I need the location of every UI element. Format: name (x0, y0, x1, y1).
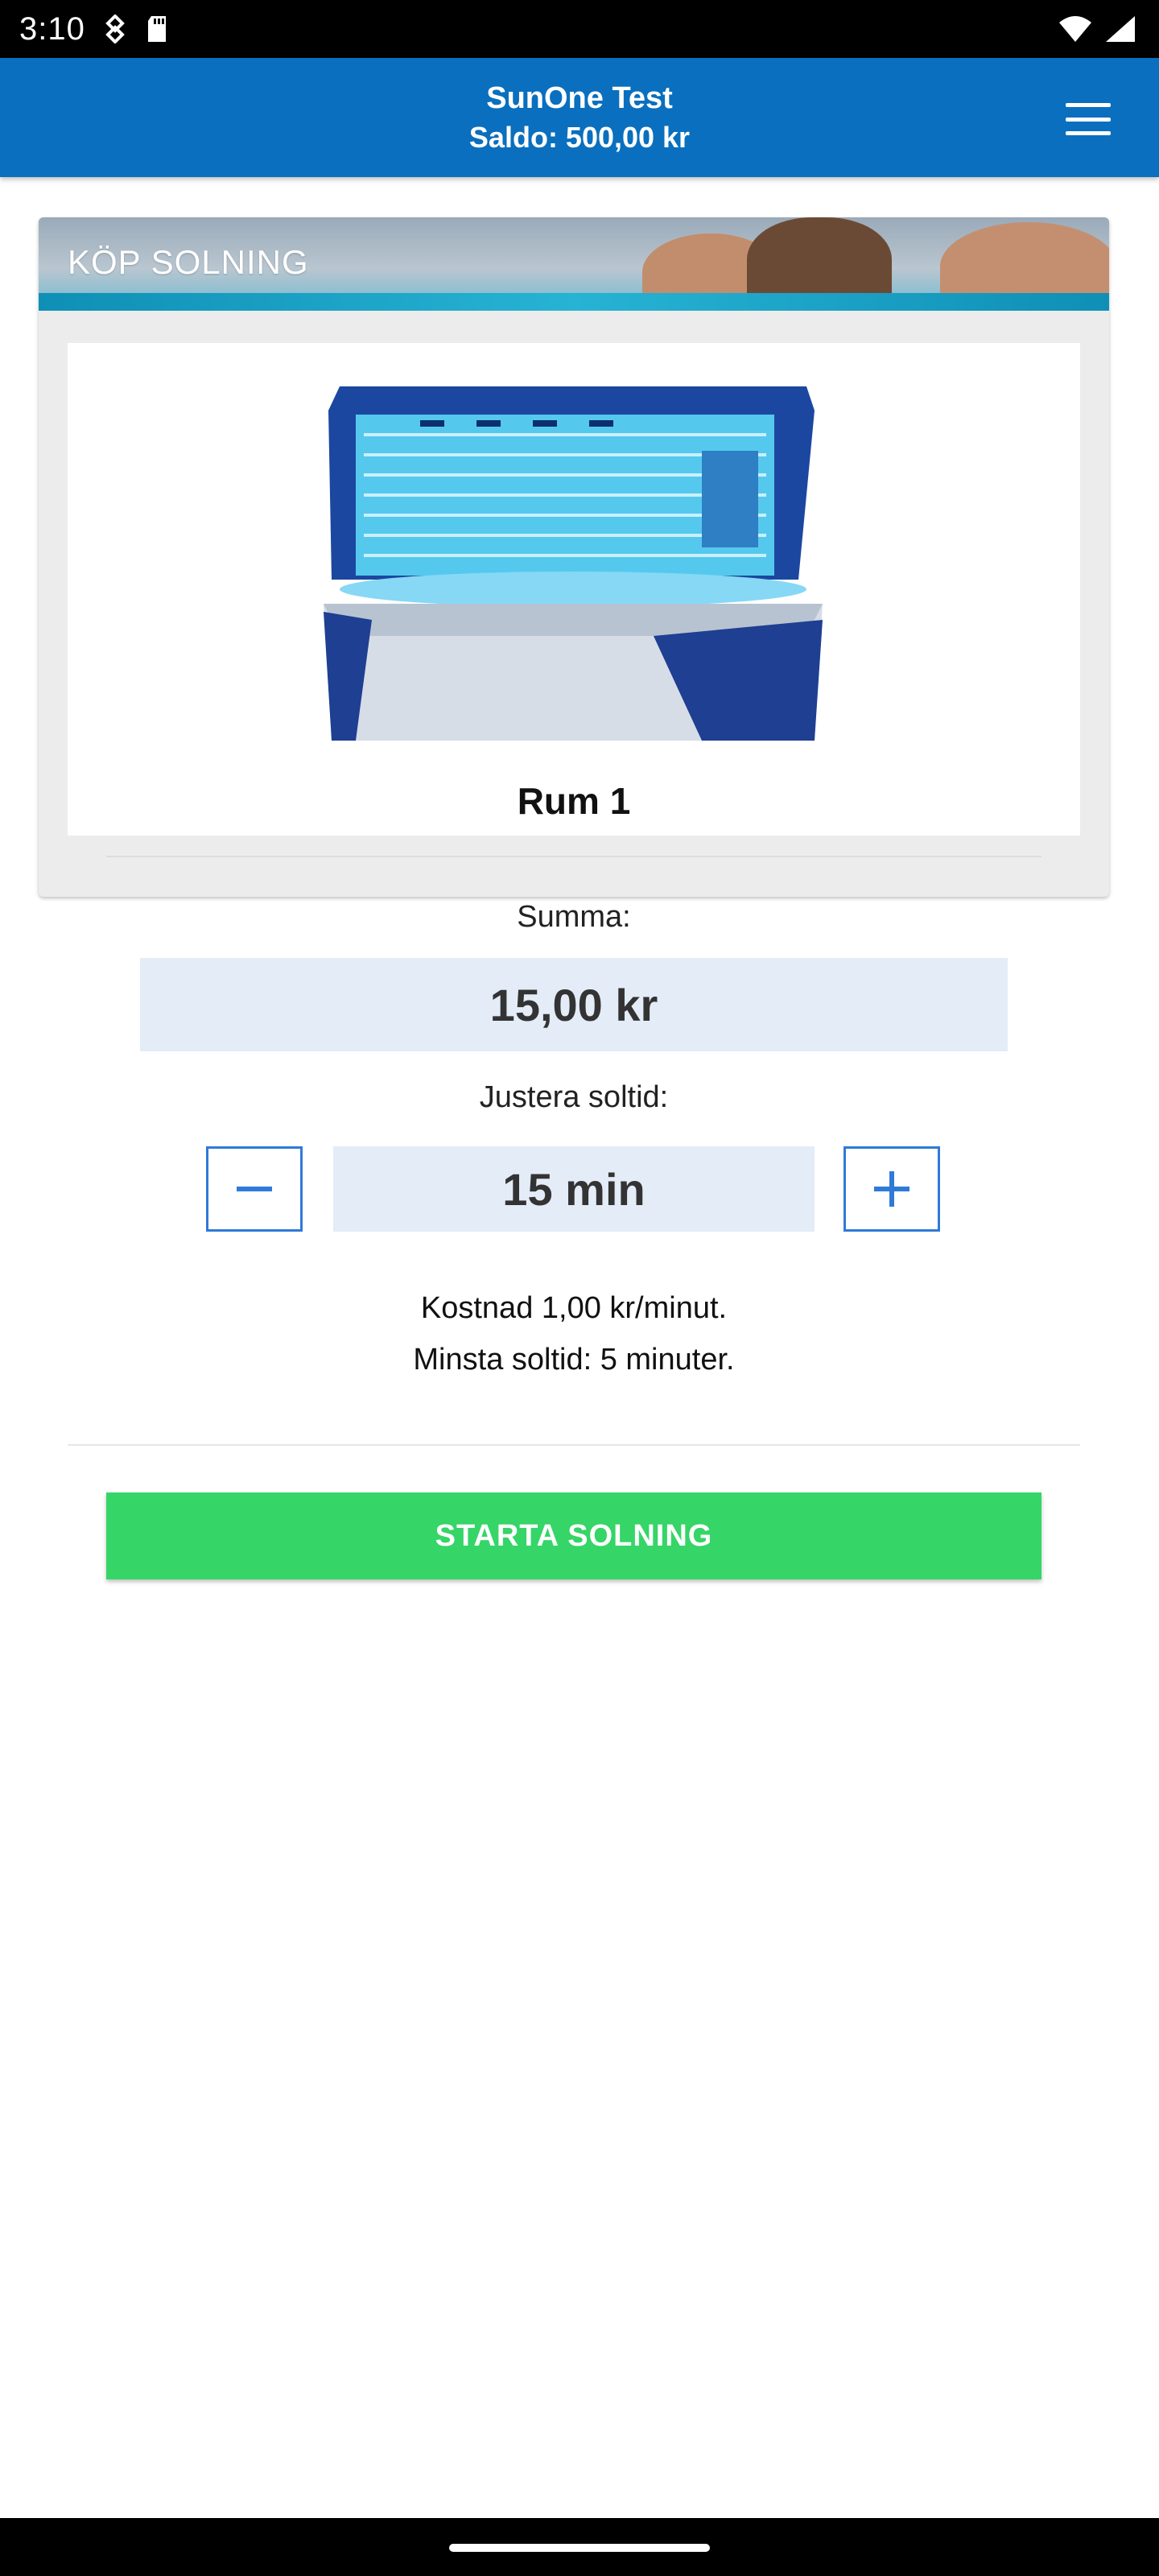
signal-icon (1106, 16, 1135, 42)
menu-line (1066, 103, 1111, 107)
card-header-banner: KÖP SOLNING (39, 217, 1109, 311)
usb-debug-icon (105, 14, 125, 43)
menu-line (1066, 117, 1111, 122)
room-name: Rum 1 (517, 780, 631, 822)
navigation-bar (0, 2518, 1159, 2576)
start-tanning-button[interactable]: STARTA SOLNING (106, 1492, 1041, 1579)
sd-card-icon (147, 16, 166, 42)
decrease-time-button[interactable] (206, 1146, 303, 1232)
divider (106, 856, 1041, 857)
adjust-time-label: Justera soltid: (479, 1080, 669, 1114)
status-bar: 3:10 (0, 0, 1159, 58)
hamburger-menu-icon[interactable] (1066, 103, 1111, 135)
balance-text: Saldo: 500,00 kr (468, 121, 691, 154)
banner-sea (39, 293, 1109, 311)
wifi-icon (1059, 16, 1091, 42)
app-screen: 3:10 SunOne Test Saldo: 500,00 kr KÖP SO… (0, 0, 1159, 2576)
cost-info: Kostnad 1,00 kr/minut. (420, 1291, 728, 1325)
time-value: 15 min (333, 1146, 815, 1232)
card-title: KÖP SOLNING (68, 243, 309, 281)
min-time-info: Minsta soltid: 5 minuter. (413, 1343, 735, 1377)
app-title: SunOne Test (486, 81, 673, 115)
home-indicator[interactable] (449, 2544, 710, 2552)
card-content: Rum 1 Summa: 15,00 kr Justera soltid: 15… (68, 343, 1080, 1639)
app-header: SunOne Test Saldo: 500,00 kr (0, 58, 1159, 177)
summa-value: 15,00 kr (140, 958, 1008, 1051)
menu-line (1066, 131, 1111, 135)
divider (68, 1444, 1080, 1446)
summa-label: Summa: (517, 900, 631, 934)
tanning-bed-image (324, 386, 823, 741)
status-left: 3:10 (19, 11, 169, 47)
increase-time-button[interactable] (843, 1146, 940, 1232)
status-right (1058, 14, 1136, 43)
plus-icon (874, 1171, 909, 1207)
minus-icon (237, 1187, 272, 1191)
status-time: 3:10 (19, 10, 85, 47)
